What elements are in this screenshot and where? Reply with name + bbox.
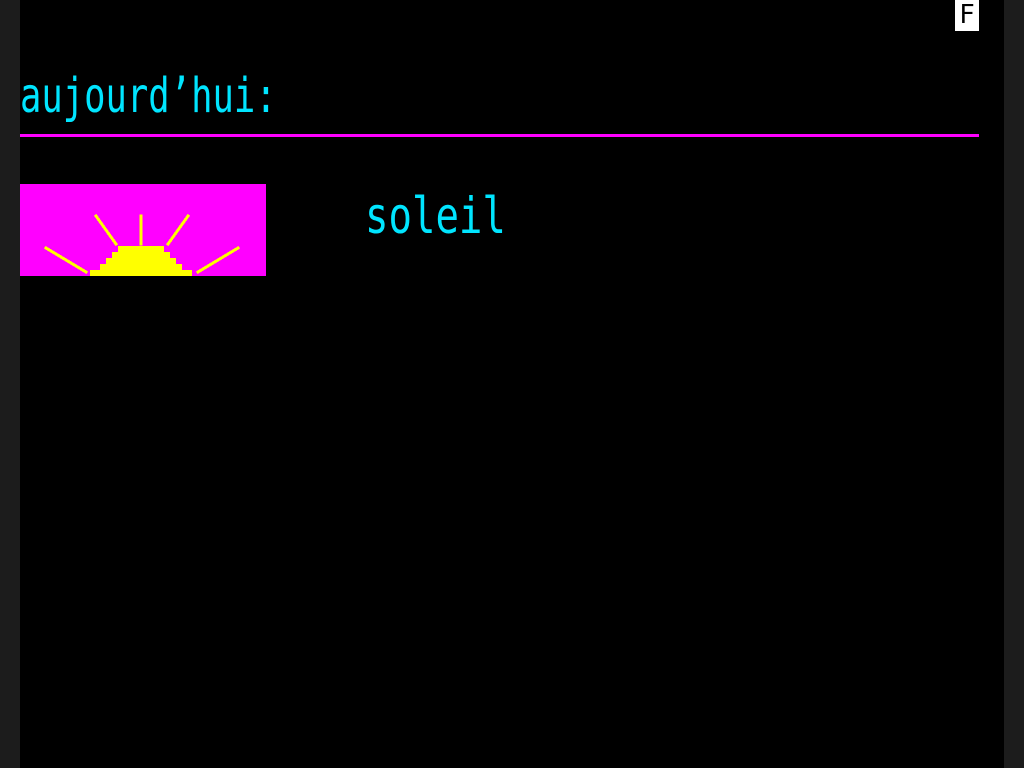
weather-condition-label: soleil xyxy=(365,187,506,245)
page-indicator-badge: F xyxy=(955,0,979,31)
teletext-screen: F aujourd’hui: soleil xyxy=(20,0,1004,768)
sun-icon xyxy=(43,213,241,276)
weather-tile xyxy=(20,184,266,276)
page-title: aujourd’hui: xyxy=(20,68,277,124)
header-divider xyxy=(20,134,979,137)
